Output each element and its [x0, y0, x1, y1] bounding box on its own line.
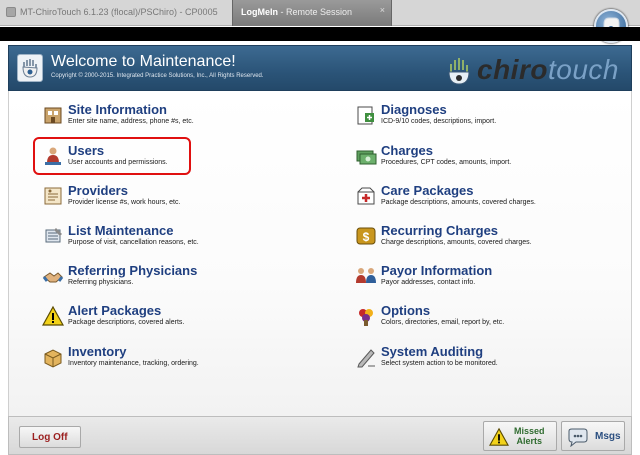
- recurring-charges-title: Recurring Charges: [381, 223, 499, 238]
- logmein-title: LogMeIn: [241, 7, 278, 17]
- menu-item-recurring-charges[interactable]: $ Recurring Charges Charge descriptions,…: [355, 223, 625, 253]
- options-desc: Colors, directories, email, report by, e…: [381, 319, 505, 326]
- care-packages-desc: Package descriptions, amounts, covered c…: [381, 199, 536, 206]
- recurring-charges-icon: $: [356, 227, 376, 245]
- menu-item-care-packages[interactable]: Care Packages Package descriptions, amou…: [355, 183, 625, 213]
- diagnoses-title: Diagnoses: [381, 102, 447, 117]
- site-information-desc: Enter site name, address, phone #s, etc.: [68, 118, 194, 125]
- footer-bar: Log Off Missed Alerts Msgs: [8, 416, 632, 455]
- payor-information-desc: Payor addresses, contact info.: [381, 279, 476, 286]
- payor-information-title: Payor Information: [381, 263, 493, 278]
- menu-item-options[interactable]: Options Colors, directories, email, repo…: [355, 303, 625, 333]
- charges-desc: Procedures, CPT codes, amounts, import.: [381, 159, 512, 166]
- charges-title: Charges: [381, 143, 434, 158]
- care-packages-title: Care Packages: [381, 183, 474, 198]
- close-icon[interactable]: ×: [380, 5, 385, 15]
- logmein-tab-label: LogMeIn - Remote Session: [241, 7, 352, 17]
- payor-icon: [356, 268, 376, 283]
- options-icon: [359, 309, 373, 326]
- brand-wordmark: chirotouch: [477, 54, 619, 86]
- logmein-session-tab[interactable]: LogMeIn - Remote Session ×: [232, 0, 392, 26]
- menu-item-inventory[interactable]: Inventory Inventory maintenance, trackin…: [42, 344, 312, 374]
- menu-item-list-maintenance[interactable]: List Maintenance Purpose of visit, cance…: [42, 223, 312, 253]
- providers-icon: [44, 187, 62, 205]
- menu-item-charges[interactable]: Charges Procedures, CPT codes, amounts, …: [355, 143, 625, 173]
- site-info-icon: [44, 107, 62, 124]
- window-titlebar: MT-ChiroTouch 6.1.23 (flocal)/PSChiro) -…: [0, 0, 640, 26]
- diagnoses-icon: [357, 106, 374, 125]
- app-title: MT-ChiroTouch 6.1.23 (flocal)/PSChiro) -…: [6, 7, 218, 17]
- messages-button[interactable]: Msgs: [561, 421, 625, 451]
- app-icon: [6, 7, 16, 17]
- auditing-pen-icon: [357, 349, 375, 368]
- brand-touch: touch: [547, 54, 619, 85]
- maintenance-header: Welcome to Maintenance! Copyright © 2000…: [8, 45, 632, 91]
- menu-item-providers[interactable]: Providers Provider license #s, work hour…: [42, 183, 312, 213]
- remote-session-band: [0, 27, 640, 41]
- alert-packages-desc: Package descriptions, covered alerts.: [68, 319, 185, 326]
- log-off-label: Log Off: [32, 432, 68, 443]
- chirotouch-logo: chirotouch: [441, 50, 631, 88]
- logmein-subtitle: - Remote Session: [278, 7, 353, 17]
- diagnoses-desc: ICD-9/10 codes, descriptions, import.: [381, 118, 497, 125]
- app-title-text: MT-ChiroTouch 6.1.23 (flocal)/PSChiro) -…: [20, 7, 218, 17]
- inventory-desc: Inventory maintenance, tracking, orderin…: [68, 360, 199, 367]
- list-maintenance-icon: [45, 228, 62, 243]
- menu-item-payor-information[interactable]: Payor Information Payor addresses, conta…: [355, 263, 625, 293]
- warning-icon: [42, 305, 64, 326]
- svg-text:$: $: [363, 230, 370, 244]
- missed-alerts-button[interactable]: Missed Alerts: [483, 421, 557, 451]
- menu-item-referring-physicians[interactable]: Referring Physicians Referring physician…: [42, 263, 312, 293]
- menu-item-diagnoses[interactable]: Diagnoses ICD-9/10 codes, descriptions, …: [355, 102, 625, 132]
- alert-packages-title: Alert Packages: [68, 303, 162, 318]
- menu-item-system-auditing[interactable]: System Auditing Select system action to …: [355, 344, 625, 374]
- system-auditing-title: System Auditing: [381, 344, 484, 359]
- maintenance-hand-icon: [17, 54, 43, 82]
- site-information-title: Site Information: [68, 102, 167, 117]
- recurring-charges-desc: Charge descriptions, amounts, covered ch…: [381, 239, 532, 246]
- warning-icon: [489, 427, 509, 446]
- inventory-title: Inventory: [68, 344, 127, 359]
- providers-title: Providers: [68, 183, 128, 198]
- menu-item-alert-packages[interactable]: Alert Packages Package descriptions, cov…: [42, 303, 312, 333]
- inventory-box-icon: [44, 349, 62, 368]
- menu-item-site-information[interactable]: Site Information Enter site name, addres…: [42, 102, 312, 132]
- referring-physicians-title: Referring Physicians: [68, 263, 198, 278]
- users-highlight-outline: [33, 137, 191, 175]
- copyright-text: Copyright © 2000-2015. Integrated Practi…: [51, 73, 264, 79]
- brand-chiro: chiro: [477, 54, 548, 85]
- system-auditing-desc: Select system action to be monitored.: [381, 360, 498, 367]
- handshake-icon: [42, 272, 64, 283]
- page-title: Welcome to Maintenance!: [51, 53, 236, 70]
- log-off-button[interactable]: Log Off: [19, 426, 81, 448]
- messages-icon: [568, 428, 588, 447]
- list-maintenance-desc: Purpose of visit, cancellation reasons, …: [68, 239, 199, 246]
- providers-desc: Provider license #s, work hours, etc.: [68, 199, 181, 206]
- charges-icon: [356, 150, 377, 165]
- care-packages-icon: [357, 187, 375, 205]
- list-maintenance-title: List Maintenance: [68, 223, 174, 238]
- referring-physicians-desc: Referring physicians.: [68, 279, 134, 286]
- messages-label: Msgs: [595, 431, 621, 442]
- missed-alerts-label: Missed Alerts: [514, 426, 545, 446]
- options-title: Options: [381, 303, 431, 318]
